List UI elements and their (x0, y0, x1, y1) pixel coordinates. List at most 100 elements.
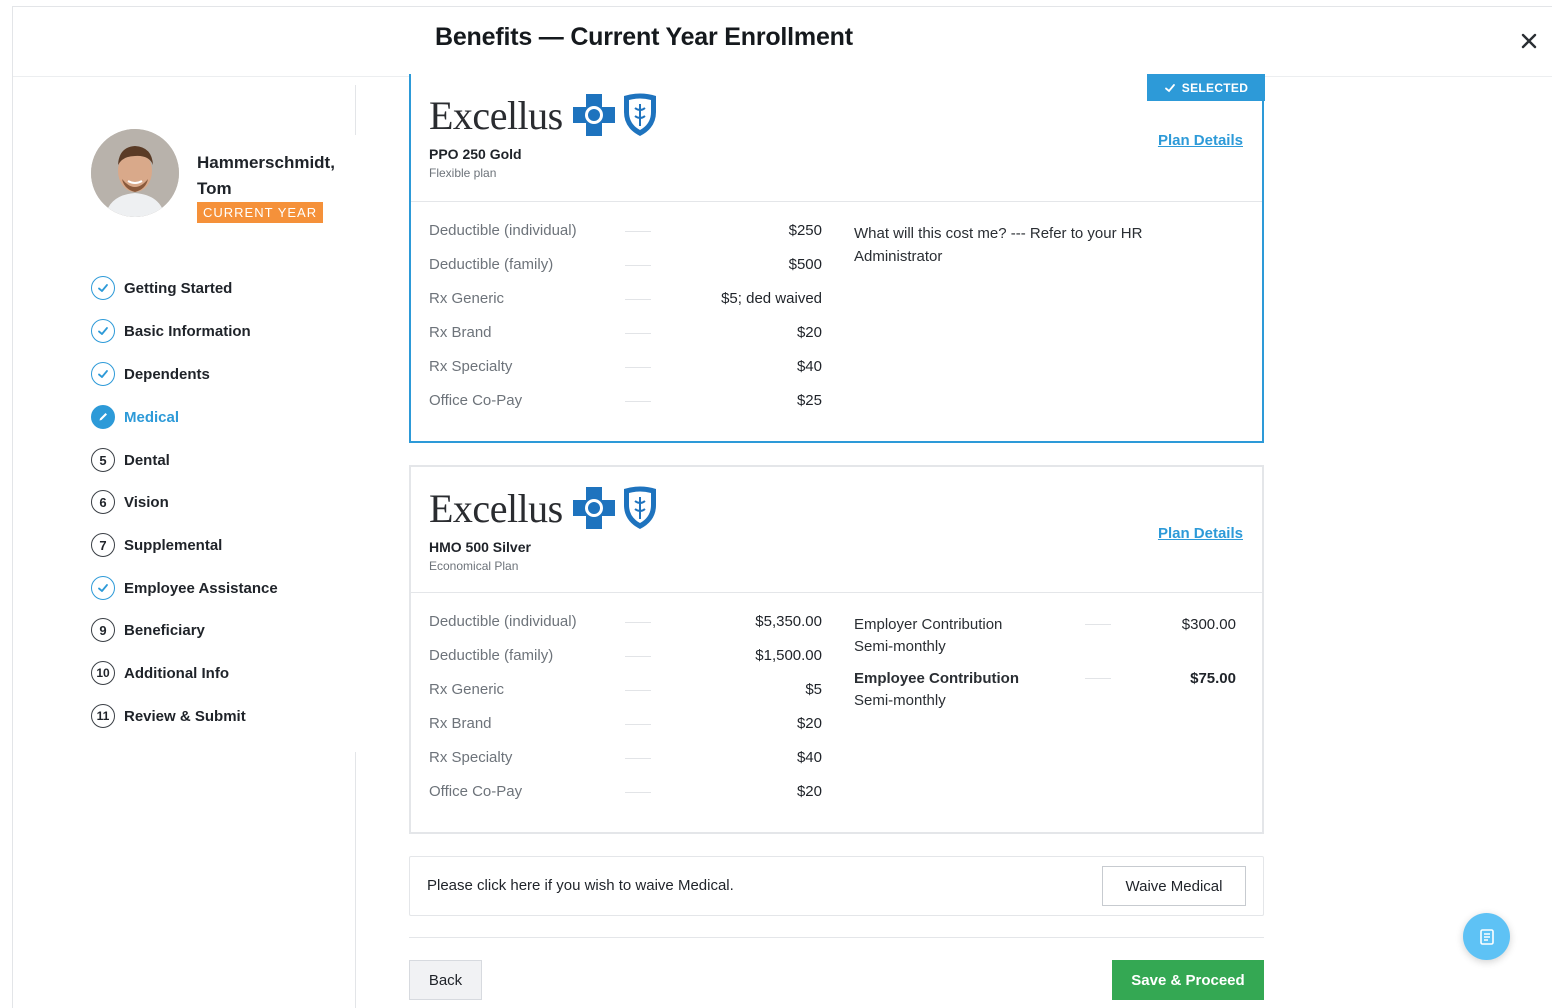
benefit-row: Office Co-Pay $25 (429, 392, 824, 426)
step-label: Review & Submit (124, 707, 246, 725)
page-title: Benefits — Current Year Enrollment (435, 23, 853, 51)
plan-subtitle: Flexible plan (429, 166, 497, 180)
provider-name: Excellus (429, 486, 563, 531)
step-beneficiary[interactable]: 9 Beneficiary (91, 617, 205, 643)
help-fab-button[interactable] (1463, 913, 1510, 960)
sidebar-divider (355, 752, 356, 1008)
benefit-label: Rx Specialty (429, 749, 513, 766)
benefit-label: Deductible (individual) (429, 222, 577, 239)
step-getting-started[interactable]: Getting Started (91, 275, 232, 301)
step-label: Vision (124, 493, 169, 511)
check-icon (91, 276, 115, 300)
save-proceed-button[interactable]: Save & Proceed (1112, 960, 1264, 1000)
step-dependents[interactable]: Dependents (91, 361, 210, 387)
step-label: Beneficiary (124, 621, 205, 639)
step-number: 7 (91, 533, 115, 557)
divider (409, 937, 1264, 938)
benefit-row: Deductible (individual) $250 (429, 222, 824, 256)
benefit-row: Rx Generic $5 (429, 681, 824, 715)
step-label: Basic Information (124, 322, 251, 340)
avatar (91, 129, 179, 217)
step-employee-assistance[interactable]: Employee Assistance (91, 575, 278, 601)
benefit-row: Rx Specialty $40 (429, 749, 824, 783)
close-button[interactable] (1515, 27, 1543, 55)
pencil-icon (91, 405, 115, 429)
selected-tag-label: SELECTED (1181, 80, 1249, 95)
close-icon (1521, 33, 1537, 49)
plan-card-ppo[interactable]: SELECTED Excellus PPO 250 Gold Flexible … (409, 74, 1265, 443)
benefit-label: Office Co-Pay (429, 392, 523, 409)
benefit-label: Deductible (individual) (429, 613, 577, 630)
benefit-label: Rx Brand (429, 324, 492, 341)
contribution-label: Employer Contribution (854, 616, 1003, 633)
benefit-row: Rx Generic $5; ded waived (429, 290, 824, 324)
back-button[interactable]: Back (409, 960, 482, 1000)
benefit-label: Rx Specialty (429, 358, 513, 375)
contribution-value: $300.00 (1181, 616, 1236, 633)
contribution-period: Semi-monthly (854, 638, 946, 655)
modal-header: Benefits — Current Year Enrollment (13, 7, 1552, 77)
step-number: 10 (91, 661, 115, 685)
cost-note: What will this cost me? --- Refer to you… (854, 225, 1143, 265)
step-basic-information[interactable]: Basic Information (91, 318, 251, 344)
step-label: Medical (124, 408, 180, 426)
benefit-row: Office Co-Pay $20 (429, 783, 824, 817)
step-review-submit[interactable]: 11 Review & Submit (91, 703, 246, 729)
contribution-period: Semi-monthly (854, 692, 946, 709)
sidebar-divider (355, 85, 356, 135)
benefit-value: $1,500.00 (755, 647, 822, 664)
step-supplemental[interactable]: 7 Supplemental (91, 532, 222, 558)
step-number: 11 (91, 704, 115, 728)
benefit-label: Deductible (family) (429, 256, 554, 273)
step-label: Supplemental (124, 536, 223, 554)
step-vision[interactable]: 6 Vision (91, 489, 169, 515)
excellus-logo: Excellus (429, 485, 660, 529)
benefit-row: Rx Specialty $40 (429, 358, 824, 392)
waive-panel: Please click here if you wish to waive M… (409, 856, 1264, 916)
employee-name: Hammerschmidt, Tom (197, 150, 347, 202)
check-icon (91, 319, 115, 343)
employee-first-name: Tom (197, 179, 232, 198)
plan-name: HMO 500 Silver (429, 539, 531, 555)
step-number: 9 (91, 618, 115, 642)
waive-text: Please click here if you wish to waive M… (427, 877, 734, 894)
benefit-value: $5; ded waived (721, 290, 822, 307)
current-year-badge: CURRENT YEAR (197, 202, 324, 223)
employee-last-name: Hammerschmidt, (197, 153, 335, 172)
benefit-row: Rx Brand $20 (429, 324, 824, 358)
benefit-value: $500 (788, 256, 822, 273)
selected-tag: SELECTED (1147, 74, 1265, 101)
waive-medical-button[interactable]: Waive Medical (1102, 866, 1246, 906)
bcbs-shield-icon (623, 93, 656, 136)
benefit-value: $20 (796, 715, 822, 732)
employer-contribution: Employer Contribution Semi-monthly $300.… (854, 613, 1254, 667)
step-medical[interactable]: Medical (91, 404, 179, 430)
benefit-row: Deductible (individual) $5,350.00 (429, 613, 824, 647)
plan-details-link[interactable]: Plan Details (1158, 132, 1243, 149)
benefit-value: $5 (805, 681, 822, 698)
benefit-label: Deductible (family) (429, 647, 554, 664)
step-label: Additional Info (124, 664, 229, 682)
plan-card-hmo[interactable]: Excellus HMO 500 Silver Economical Plan … (409, 465, 1264, 834)
benefit-value: $40 (796, 358, 822, 375)
check-icon (91, 576, 115, 600)
benefit-label: Rx Brand (429, 715, 492, 732)
benefit-value: $250 (788, 222, 822, 239)
step-label: Getting Started (124, 279, 233, 297)
benefit-label: Rx Generic (429, 681, 505, 698)
contribution-value: $75.00 (1190, 670, 1236, 687)
provider-name: Excellus (429, 93, 563, 138)
contributions: Employer Contribution Semi-monthly $300.… (854, 613, 1254, 721)
plan-details-link[interactable]: Plan Details (1158, 525, 1243, 542)
benefit-label: Office Co-Pay (429, 783, 523, 800)
plan-name: PPO 250 Gold (429, 146, 522, 162)
step-dental[interactable]: 5 Dental (91, 447, 170, 473)
plan-card-header: Excellus HMO 500 Silver Economical Plan … (411, 467, 1262, 593)
check-icon (91, 362, 115, 386)
step-additional-info[interactable]: 10 Additional Info (91, 660, 229, 686)
step-label: Employee Assistance (124, 579, 278, 597)
step-number: 6 (91, 490, 115, 514)
plan-benefits-table: Deductible (individual) $5,350.00 Deducti… (429, 613, 824, 817)
benefit-value: $20 (796, 324, 822, 341)
benefit-value: $25 (796, 392, 822, 409)
